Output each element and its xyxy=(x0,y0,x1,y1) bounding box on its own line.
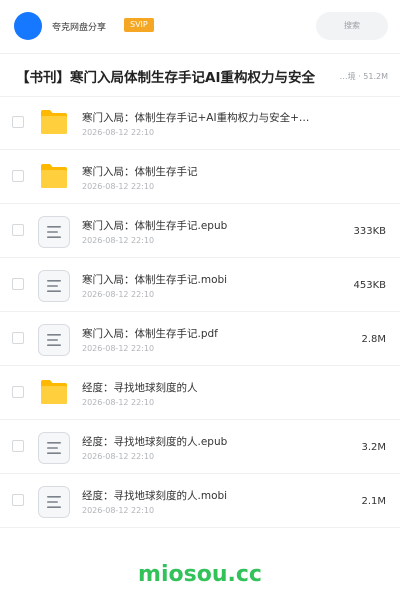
svip-badge[interactable]: SVIP xyxy=(124,18,154,32)
file-size: 453KB xyxy=(353,280,386,291)
document-icon xyxy=(38,324,70,356)
avatar[interactable] xyxy=(14,12,42,40)
file-row[interactable]: 寒门入局：体制生存手记.epub 2026-08-12 22:10 333KB xyxy=(0,204,400,258)
file-date: 2026-08-12 22:10 xyxy=(82,452,155,461)
file-row[interactable]: 寒门入局：体制生存手记 2026-08-12 22:10 xyxy=(0,150,400,204)
search-input[interactable]: 搜索 xyxy=(316,12,388,40)
file-size: 2.1M xyxy=(361,496,386,507)
file-checkbox[interactable] xyxy=(12,332,24,344)
folder-icon xyxy=(41,164,67,188)
file-name: 经度：寻找地球刻度的人.mobi xyxy=(82,490,228,502)
file-name: 寒门入局：体制生存手记+AI重构权力与安全+… xyxy=(82,112,310,124)
file-date: 2026-08-12 22:10 xyxy=(82,236,155,245)
file-date: 2026-08-12 22:10 xyxy=(82,182,155,191)
file-row[interactable]: 经度：寻找地球刻度的人 2026-08-12 22:10 xyxy=(0,366,400,420)
file-date: 2026-08-12 22:10 xyxy=(82,398,155,407)
file-name: 寒门入局：体制生存手记.pdf xyxy=(82,328,218,340)
file-name: 寒门入局：体制生存手记 xyxy=(82,166,198,178)
file-date: 2026-08-12 22:10 xyxy=(82,344,155,353)
document-icon xyxy=(38,270,70,302)
file-row[interactable]: 经度：寻找地球刻度的人.epub 2026-08-12 22:10 3.2M xyxy=(0,420,400,474)
share-meta: …境 · 51.2M xyxy=(339,72,388,81)
share-page: 夸克网盘分享 SVIP 搜索 …境 · 51.2M 【书刊】寒门入局体制生存手记… xyxy=(0,0,400,600)
file-checkbox[interactable] xyxy=(12,170,24,182)
watermark: miosou.cc xyxy=(138,562,262,587)
file-checkbox[interactable] xyxy=(12,278,24,290)
file-row[interactable]: 寒门入局：体制生存手记.mobi 2026-08-12 22:10 453KB xyxy=(0,258,400,312)
folder-icon xyxy=(41,380,67,404)
file-checkbox[interactable] xyxy=(12,440,24,452)
document-icon xyxy=(38,486,70,518)
file-name: 经度：寻找地球刻度的人.epub xyxy=(82,436,228,448)
file-checkbox[interactable] xyxy=(12,494,24,506)
file-row[interactable]: 寒门入局：体制生存手记.pdf 2026-08-12 22:10 2.8M xyxy=(0,312,400,366)
header: 夸克网盘分享 SVIP 搜索 xyxy=(0,0,400,52)
document-icon xyxy=(38,432,70,464)
file-checkbox[interactable] xyxy=(12,224,24,236)
file-size: 3.2M xyxy=(361,442,386,453)
file-size: 2.8M xyxy=(361,334,386,345)
file-row[interactable]: 经度：寻找地球刻度的人.mobi 2026-08-12 22:10 2.1M xyxy=(0,474,400,528)
file-name: 寒门入局：体制生存手记.epub xyxy=(82,220,228,232)
page-title: 【书刊】寒门入局体制生存手记AI重构权力与安全 xyxy=(16,70,315,86)
file-name: 寒门入局：体制生存手记.mobi xyxy=(82,274,228,286)
file-size: 333KB xyxy=(353,226,386,237)
file-checkbox[interactable] xyxy=(12,386,24,398)
file-date: 2026-08-12 22:10 xyxy=(82,290,155,299)
file-date: 2026-08-12 22:10 xyxy=(82,128,155,137)
file-checkbox[interactable] xyxy=(12,116,24,128)
app-name: 夸克网盘分享 xyxy=(52,23,107,33)
folder-icon xyxy=(41,110,67,134)
title-row: …境 · 51.2M 【书刊】寒门入局体制生存手记AI重构权力与安全 xyxy=(0,54,400,96)
file-date: 2026-08-12 22:10 xyxy=(82,506,155,515)
file-name: 经度：寻找地球刻度的人 xyxy=(82,382,198,394)
file-list: 寒门入局：体制生存手记+AI重构权力与安全+… 2026-08-12 22:10 寒… xyxy=(0,96,400,528)
document-icon xyxy=(38,216,70,248)
file-row[interactable]: 寒门入局：体制生存手记+AI重构权力与安全+… 2026-08-12 22:10 xyxy=(0,96,400,150)
